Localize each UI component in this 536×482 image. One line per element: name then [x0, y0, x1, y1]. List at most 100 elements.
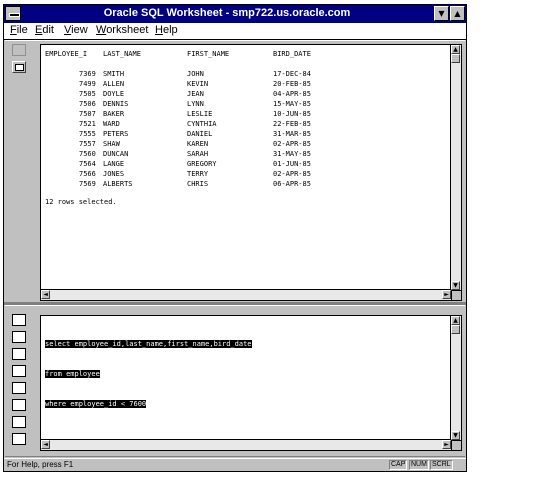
table-cell: 02-APR-85: [273, 140, 311, 148]
header-first-name: FIRST_NAME: [187, 50, 230, 58]
run-script-icon[interactable]: [12, 348, 26, 360]
table-cell: DUNCAN: [103, 150, 129, 158]
table-cell: PETERS: [103, 130, 129, 138]
table-cell: JEAN: [187, 90, 204, 98]
editor-lines: select employee_id,last_name,first_name,…: [45, 319, 252, 429]
window-title: Oracle SQL Worksheet - smp722.us.oracle.…: [103, 7, 351, 19]
table-cell: 01-JUN-85: [273, 160, 311, 168]
results-footer: 12 rows selected.: [45, 198, 117, 206]
table-cell: 7569: [79, 180, 96, 188]
scroll-thumb[interactable]: [451, 54, 460, 63]
table-cell: 15-MAY-85: [273, 100, 311, 108]
title-bar: Oracle SQL Worksheet - smp722.us.oracle.…: [4, 5, 466, 23]
menu-help[interactable]: Help: [155, 24, 178, 36]
table-cell: 31-MAY-85: [273, 150, 311, 158]
editor-scroll-down-icon[interactable]: ▼: [451, 431, 460, 440]
num-indicator: NUM: [409, 460, 429, 470]
table-cell: 17-DEC-84: [273, 70, 311, 78]
table-cell: LESLIE: [187, 110, 213, 118]
table-cell: LANGE: [103, 160, 125, 168]
minimize-button[interactable]: ▼: [434, 6, 449, 21]
table-cell: 7369: [79, 70, 96, 78]
table-cell: SHAW: [103, 140, 120, 148]
table-cell: 04-APR-85: [273, 90, 311, 98]
menu-edit[interactable]: Edit: [35, 24, 54, 36]
table-cell: CYNTHIA: [187, 120, 217, 128]
menu-worksheet[interactable]: Worksheet: [96, 24, 148, 36]
status-text: For Help, press F1: [7, 460, 74, 469]
next-command-icon[interactable]: [12, 416, 26, 428]
table-cell: 06-APR-85: [273, 180, 311, 188]
system-menu-button[interactable]: [5, 6, 21, 21]
run-icon[interactable]: [12, 61, 26, 73]
table-cell: 20-FEB-85: [273, 80, 311, 88]
menu-file-mnemonic: F: [10, 24, 17, 36]
menu-edit-rest: dit: [42, 24, 54, 36]
run-icon-glyph: [15, 64, 24, 71]
table-cell: KEVIN: [187, 80, 209, 88]
editor-vertical-scrollbar[interactable]: ▲ ▼: [450, 316, 461, 440]
table-cell: 7499: [79, 80, 96, 88]
header-bird-date: BIRD_DATE: [273, 50, 311, 58]
results-vertical-scrollbar[interactable]: ▲ ▼: [450, 45, 461, 290]
header-employee-id: EMPLOYEE_I: [45, 50, 88, 58]
results-horizontal-scrollbar[interactable]: ◄ ►: [41, 289, 451, 300]
menu-view-rest: iew: [71, 24, 88, 36]
table-cell: DANIEL: [187, 130, 213, 138]
editor-scroll-up-icon[interactable]: ▲: [451, 316, 460, 325]
editor-scroll-corner: [451, 440, 461, 450]
history-icon[interactable]: [12, 382, 26, 394]
editor-scroll-left-icon[interactable]: ◄: [41, 440, 50, 449]
save-icon[interactable]: [12, 433, 26, 445]
minimize-icon: ▼: [438, 9, 445, 18]
table-cell: SARAH: [187, 150, 209, 158]
editor-line-2: from employee: [45, 370, 100, 378]
table-cell: 02-APR-85: [273, 170, 311, 178]
table-cell: TERRY: [187, 170, 209, 178]
previous-command-icon[interactable]: [12, 399, 26, 411]
header-last-name: LAST_NAME: [103, 50, 141, 58]
editor-scroll-thumb[interactable]: [451, 325, 460, 334]
table-cell: 7505: [79, 90, 96, 98]
maximize-button[interactable]: ▲: [450, 6, 465, 21]
table-cell: 7506: [79, 100, 96, 108]
sql-worksheet-window: Oracle SQL Worksheet - smp722.us.oracle.…: [3, 4, 467, 472]
clear-icon[interactable]: [12, 314, 26, 326]
table-cell: LYNN: [187, 100, 204, 108]
table-cell: 31-MAR-85: [273, 130, 311, 138]
menu-file-rest: ile: [16, 24, 28, 36]
menu-help-rest: elp: [162, 24, 178, 36]
scroll-up-icon[interactable]: ▲: [451, 45, 460, 54]
editor-line-3: where employee_id < 7600: [45, 400, 147, 408]
spool-icon[interactable]: [12, 365, 26, 377]
execute-icon[interactable]: [12, 331, 26, 343]
scroll-right-icon[interactable]: ►: [442, 290, 451, 299]
menu-help-mnemonic: H: [155, 24, 163, 36]
table-cell: 7564: [79, 160, 96, 168]
editor-line: select employee_id,last_name,first_name,…: [45, 339, 252, 349]
table-cell: ALBERTS: [103, 180, 133, 188]
table-cell: 7507: [79, 110, 96, 118]
table-cell: GREGORY: [187, 160, 217, 168]
scroll-corner: [451, 290, 461, 300]
erase-icon[interactable]: [12, 44, 26, 56]
table-cell: KAREN: [187, 140, 209, 148]
table-cell: JONES: [103, 170, 125, 178]
input-pane: select employee_id,last_name,first_name,…: [5, 305, 465, 457]
input-toolbar: [7, 306, 35, 456]
sql-editor[interactable]: select employee_id,last_name,first_name,…: [40, 315, 462, 451]
table-cell: CHRIS: [187, 180, 209, 188]
menu-bar: File Edit View Worksheet Help: [4, 23, 466, 40]
table-cell: DOYLE: [103, 90, 125, 98]
menu-file[interactable]: File: [10, 24, 28, 36]
scroll-left-icon[interactable]: ◄: [41, 290, 50, 299]
table-cell: 10-JUN-85: [273, 110, 311, 118]
editor-horizontal-scrollbar[interactable]: ◄ ►: [41, 439, 451, 450]
results-area[interactable]: EMPLOYEE_I LAST_NAME FIRST_NAME BIRD_DATE 7…: [40, 44, 462, 301]
menu-view[interactable]: View: [64, 24, 88, 36]
scrl-indicator: SCRL: [430, 460, 453, 470]
scroll-down-icon[interactable]: ▼: [451, 281, 460, 290]
editor-scroll-right-icon[interactable]: ►: [442, 440, 451, 449]
table-cell: ALLEN: [103, 80, 125, 88]
table-cell: 22-FEB-85: [273, 120, 311, 128]
